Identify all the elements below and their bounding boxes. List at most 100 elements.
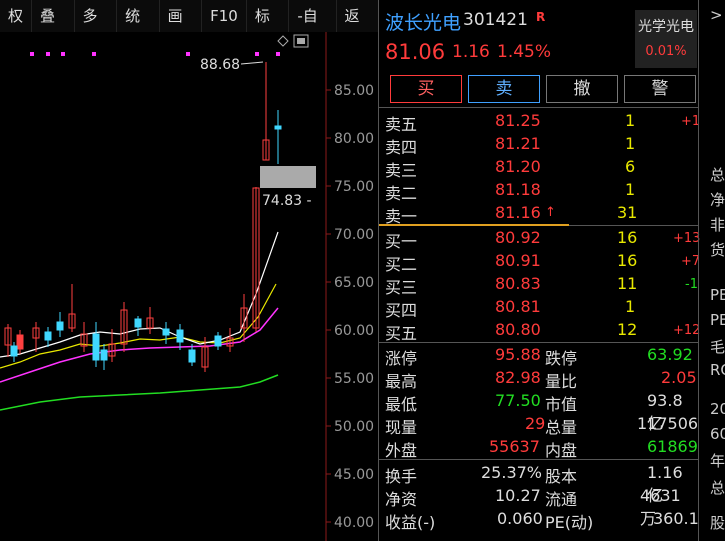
sell-button[interactable]: 卖 bbox=[468, 75, 540, 103]
bid-price: 80.81 bbox=[495, 297, 541, 316]
stat-value: 0.060 bbox=[497, 509, 543, 528]
stat-row: 涨停 95.88 跌停 63.92 bbox=[385, 345, 695, 368]
toolbar-item-mark[interactable]: 标记 bbox=[247, 0, 290, 57]
stat-row: 外盘 55637 内盘 61869 bbox=[385, 437, 698, 460]
candlestick-chart[interactable]: 85.00 80.00 75.00 70.00 65.00 60.00 55.0… bbox=[0, 32, 378, 541]
stat-label: 市值 bbox=[545, 395, 578, 414]
fundamental-label: 股 bbox=[710, 514, 725, 532]
stat-value: 360.1 bbox=[653, 509, 699, 528]
toolbar-item-overlay[interactable]: 叠加 bbox=[32, 0, 75, 57]
stat-value: 2.05 bbox=[661, 368, 697, 387]
ask-volume: 1 bbox=[625, 111, 636, 130]
fundamental-label: 年 bbox=[710, 452, 725, 470]
cancel-order-button[interactable]: 撤 bbox=[546, 75, 618, 103]
spread-line bbox=[379, 224, 569, 226]
bid-volume: 16 bbox=[617, 228, 638, 247]
price-tick: 40.00 bbox=[334, 515, 374, 531]
divider bbox=[379, 107, 699, 108]
ask-volume: 1 bbox=[625, 180, 636, 199]
bid-delta: +13 bbox=[673, 231, 701, 246]
bid-label: 买二 bbox=[385, 255, 418, 274]
stat-row: 换手 25.37% 股本 1.16亿 bbox=[385, 463, 695, 505]
alert-button[interactable]: 警 bbox=[624, 75, 696, 103]
ask-label: 卖四 bbox=[385, 138, 418, 157]
stock-name[interactable]: 波长光电 bbox=[385, 8, 461, 35]
price-tick: 75.00 bbox=[334, 179, 374, 195]
fundamental-label: PE bbox=[710, 286, 725, 304]
stat-row: 最高 82.98 量比 2.05 bbox=[385, 368, 697, 391]
bid-price: 80.80 bbox=[495, 320, 541, 339]
fundamental-label: 毛 bbox=[710, 338, 725, 356]
bid-row-4: 买四 80.81 1 bbox=[385, 297, 695, 320]
bid-row-5: 买五 80.80 12 +12 bbox=[385, 320, 700, 343]
ask-price: 81.25 bbox=[495, 111, 541, 130]
bid-price: 80.92 bbox=[495, 228, 541, 247]
price-tick: 85.00 bbox=[334, 83, 374, 99]
price-gap-block bbox=[260, 166, 316, 188]
stat-label: 跌停 bbox=[545, 349, 578, 368]
price-tick: 45.00 bbox=[334, 467, 374, 483]
bid-delta: -1 bbox=[685, 277, 698, 292]
ask-price: 81.21 bbox=[495, 134, 541, 153]
toolbar-item-f10[interactable]: F10 bbox=[202, 0, 247, 32]
fundamental-label: 总 bbox=[710, 479, 725, 497]
toolbar-item-watchlist[interactable]: -自选 bbox=[289, 0, 337, 57]
up-arrow-icon: ↑ bbox=[545, 205, 556, 220]
ask-label: 卖二 bbox=[385, 184, 418, 203]
ask-row-1: 卖一 81.16 ↑ 31 bbox=[385, 203, 695, 226]
expand-icon[interactable]: > bbox=[710, 6, 723, 24]
sector-box[interactable]: 光学光电 0.01% bbox=[635, 10, 697, 68]
registration-flag: R bbox=[536, 10, 546, 24]
fundamental-label: PE bbox=[710, 311, 725, 329]
bid-volume: 1 bbox=[625, 297, 636, 316]
stat-label: 换手 bbox=[385, 467, 418, 486]
stock-code: 301421 bbox=[463, 10, 528, 30]
stat-label: PE(动) bbox=[545, 513, 594, 532]
stat-row: 最低 77.50 市值 93.8亿 bbox=[385, 391, 695, 433]
toolbar-item-draw-line[interactable]: 画线 bbox=[160, 0, 203, 57]
fundamental-label: 60 bbox=[710, 425, 725, 443]
stat-value: 55637 bbox=[489, 437, 540, 456]
bid-volume: 16 bbox=[617, 251, 638, 270]
last-price: 81.06 bbox=[385, 40, 446, 64]
ask-label: 卖三 bbox=[385, 161, 418, 180]
stat-label: 收益(-) bbox=[385, 513, 436, 532]
price-tick: 65.00 bbox=[334, 275, 374, 291]
stat-label: 外盘 bbox=[385, 441, 418, 460]
stat-label: 股本 bbox=[545, 467, 578, 486]
stat-label: 流通 bbox=[545, 490, 578, 509]
divider bbox=[379, 342, 699, 343]
bid-volume: 11 bbox=[617, 274, 638, 293]
price-tick: 50.00 bbox=[334, 419, 374, 435]
fundamental-label: 非 bbox=[710, 216, 725, 234]
toolbar-item-multi-stock[interactable]: 多股 bbox=[75, 0, 118, 57]
quote-panel: 波长光电 301421 R 81.06 1.16 1.45% 光学光电 0.01… bbox=[378, 0, 701, 541]
bid-price: 80.91 bbox=[495, 251, 541, 270]
stat-value: 82.98 bbox=[495, 368, 541, 387]
stat-label: 量比 bbox=[545, 372, 578, 391]
price-tick: 60.00 bbox=[334, 323, 374, 339]
stat-label: 现量 bbox=[385, 418, 418, 437]
stat-row: 现量 29 总量 117506 bbox=[385, 414, 698, 437]
toolbar-item-rights[interactable]: 权 bbox=[0, 0, 33, 32]
ask-label: 卖五 bbox=[385, 115, 418, 134]
bid-price: 80.83 bbox=[495, 274, 541, 293]
fundamental-label: 总 bbox=[710, 166, 725, 184]
divider bbox=[569, 225, 699, 226]
price-tick: 80.00 bbox=[334, 131, 374, 147]
stat-value: 63.92 bbox=[647, 345, 693, 364]
ask-row-3: 卖三 81.20 6 bbox=[385, 157, 695, 180]
toolbar-item-back[interactable]: 返回 bbox=[337, 0, 379, 57]
buy-button[interactable]: 买 bbox=[390, 75, 462, 103]
ask-price: 81.16 bbox=[495, 203, 541, 222]
stat-value: 61869 bbox=[647, 437, 698, 456]
toolbar-item-statistics[interactable]: 统计 bbox=[117, 0, 160, 57]
stat-label: 最高 bbox=[385, 372, 418, 391]
stat-value: 25.37% bbox=[481, 463, 543, 482]
ask-row-2: 卖二 81.18 1 bbox=[385, 180, 695, 203]
bid-label: 买三 bbox=[385, 278, 418, 297]
ask-volume: 6 bbox=[625, 157, 636, 176]
bid-label: 买五 bbox=[385, 324, 418, 343]
bid-label: 买一 bbox=[385, 232, 418, 251]
bid-delta: +12 bbox=[673, 323, 701, 338]
